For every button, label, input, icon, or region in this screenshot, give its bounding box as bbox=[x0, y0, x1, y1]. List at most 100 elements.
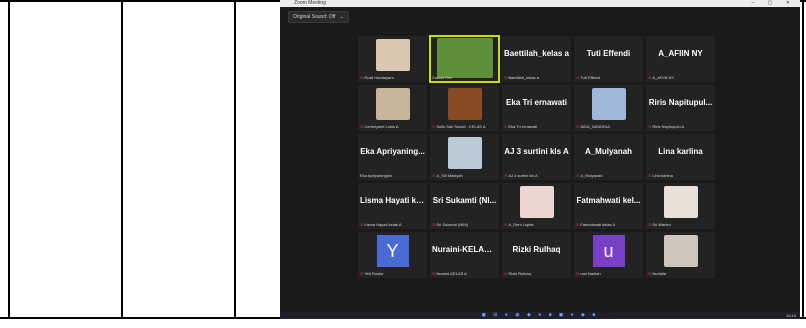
original-sound-button[interactable]: Original Sound: Off ⌄ bbox=[288, 11, 349, 23]
participant-label-text: Sulis Sari Sukati - KELAS A bbox=[436, 124, 486, 129]
window-title: Zoom Meeting bbox=[294, 0, 326, 6]
participant-label: ⊘A_Mulyanah bbox=[576, 173, 603, 178]
participant-video bbox=[436, 38, 493, 78]
participant-label: ⊘AJ 3 surtini kls A bbox=[504, 173, 538, 178]
participant-label-text: Sri Sukamti (NIM) bbox=[436, 222, 468, 227]
participant-label-text: Fatmahwati kelas A bbox=[580, 222, 616, 227]
participant-label-text: Nuraini-KELAS A bbox=[436, 271, 467, 276]
participant-label: ⊘Nurlaila bbox=[648, 271, 666, 276]
participant-tile[interactable]: Eka Tri ernawati ⊘Eka Tri ernawati bbox=[502, 85, 571, 131]
participant-video bbox=[375, 88, 410, 120]
participant-tile[interactable]: Tuti Effendi ⊘Tuti Effendi bbox=[574, 36, 643, 82]
participant-tile[interactable]: Fatmahwati kel... ⊘Fatmahwati kelas A bbox=[574, 183, 643, 229]
taskbar: ◼ ⊞ ● ◉ ◆ ● ■ ◼ ● ◆ ■ 10:15 bbox=[280, 312, 800, 319]
mic-muted-icon: ⊘ bbox=[576, 222, 580, 227]
participant-label: ⊘Nuraini-KELAS A bbox=[432, 271, 467, 276]
mic-muted-icon: ⊘ bbox=[504, 75, 508, 80]
mic-muted-icon: ⊘ bbox=[648, 271, 652, 276]
participant-label-text: Nurlaila bbox=[652, 271, 666, 276]
mic-muted-icon: ⊘ bbox=[648, 124, 652, 129]
participant-name: AJ 3 surtini kls A bbox=[504, 147, 569, 156]
mic-muted-icon: ⊘ bbox=[648, 222, 652, 227]
participant-label-text: Sri Wartini bbox=[652, 222, 671, 227]
window-titlebar: Zoom Meeting – ▢ ✕ bbox=[280, 0, 800, 7]
participant-label: ⊘umi Nadiah bbox=[576, 271, 601, 276]
participant-label-text: A_Siti Maisyah bbox=[436, 173, 463, 178]
participant-label: ⊘Eka Tri ernawati bbox=[504, 124, 537, 129]
mic-muted-icon: ⊘ bbox=[432, 222, 436, 227]
participant-label-text: Baettilah_kelas a bbox=[508, 75, 539, 80]
participant-label: ⊘Fatmahwati kelas A bbox=[576, 222, 615, 227]
participant-tile[interactable]: AJ 3 surtini kls A ⊘AJ 3 surtini kls A bbox=[502, 134, 571, 180]
taskbar-clock: 10:15 bbox=[785, 313, 796, 318]
participant-tile[interactable]: ⊘A_Siti Maisyah bbox=[430, 134, 499, 180]
participant-label: ⊘Tuti Effendi bbox=[576, 75, 600, 80]
participant-tile[interactable]: ⊘A_Reni Lupita bbox=[502, 183, 571, 229]
participant-tile[interactable]: A_Mulyanah ⊘A_Mulyanah bbox=[574, 134, 643, 180]
mic-muted-icon: ⊘ bbox=[504, 173, 508, 178]
participant-name: Tuti Effendi bbox=[586, 49, 631, 58]
participant-tile[interactable]: Riris Napitupul... ⊘Riris Napitupulu A bbox=[646, 85, 715, 131]
participant-avatar: Y bbox=[376, 235, 409, 267]
participant-label: Eka Apriyaningsih bbox=[360, 173, 392, 178]
participant-tile[interactable]: ⊘AIDA_NANDINA bbox=[574, 85, 643, 131]
participant-label-text: Eka Tri ernawati bbox=[508, 124, 538, 129]
participant-label: ⊘A_AFIIN NY bbox=[648, 75, 674, 80]
participant-name: Eka Tri ernawati bbox=[506, 98, 567, 107]
participant-label: ⊘Cemeiyanti Lubis A bbox=[360, 124, 399, 129]
participant-label-text: Cemeiyanti Lubis A bbox=[364, 124, 399, 129]
participant-tile[interactable]: Zakiah Fitri bbox=[429, 35, 500, 83]
participant-tile[interactable]: A_AFIIN NY ⊘A_AFIIN NY bbox=[646, 36, 715, 82]
participant-name: A_Mulyanah bbox=[584, 147, 633, 156]
mic-muted-icon: ⊘ bbox=[360, 124, 364, 129]
participant-label-text: umi Nadiah bbox=[580, 271, 601, 276]
participant-tile[interactable]: ⊘Cemeiyanti Lubis A bbox=[358, 85, 427, 131]
participant-label: ⊘Yeti Rosita bbox=[360, 271, 383, 276]
participant-label-text: Riris Napitupulu A bbox=[652, 124, 685, 129]
participant-label-text: A_Reni Lupita bbox=[508, 222, 534, 227]
participant-video bbox=[519, 186, 554, 218]
window-controls[interactable]: – ▢ ✕ bbox=[752, 0, 796, 7]
mic-muted-icon: ⊘ bbox=[360, 75, 364, 80]
participant-tile[interactable]: ⊘Sulis Sari Sukati - KELAS A bbox=[430, 85, 499, 131]
participant-tile[interactable]: Lina karlina ⊘Lina karlina bbox=[646, 134, 715, 180]
participant-label: ⊘Riris Napitupulu A bbox=[648, 124, 684, 129]
participant-name: Rizki Rulhaq bbox=[512, 245, 561, 254]
participant-video bbox=[375, 39, 410, 71]
participant-label: ⊘Baettilah_kelas a bbox=[504, 75, 539, 80]
mic-muted-icon: ⊘ bbox=[576, 75, 580, 80]
participant-tile[interactable]: Baettilah_kelas a ⊘Baettilah_kelas a bbox=[502, 36, 571, 82]
participant-tile[interactable]: Eka Apriyaning... Eka Apriyaningsih bbox=[358, 134, 427, 180]
chevron-down-icon: ⌄ bbox=[339, 14, 344, 20]
participant-tile[interactable]: u ⊘umi Nadiah bbox=[574, 232, 643, 278]
mic-muted-icon: ⊘ bbox=[432, 173, 436, 178]
participant-video bbox=[591, 88, 626, 120]
mic-muted-icon: ⊘ bbox=[432, 124, 436, 129]
participant-label-text: Yeti Rosita bbox=[364, 271, 384, 276]
mic-muted-icon: ⊘ bbox=[576, 173, 580, 178]
participant-grid: ⊘Rusli Handayani Zakiah Fitri Baettilah_ke… bbox=[358, 35, 715, 278]
participant-label-text: Lisma Hayati kelas A bbox=[364, 222, 402, 227]
participant-label-text: Tuti Effendi bbox=[580, 75, 601, 80]
participant-tile[interactable]: Sri Sukamti (Nl... ⊘Sri Sukamti (NIM) bbox=[430, 183, 499, 229]
participant-label-text: A_AFIIN NY bbox=[652, 75, 675, 80]
participant-name: A_AFIIN NY bbox=[658, 49, 703, 58]
mic-muted-icon: ⊘ bbox=[432, 271, 436, 276]
taskbar-icons[interactable]: ◼ ⊞ ● ◉ ◆ ● ■ ◼ ● ◆ ■ bbox=[280, 313, 800, 318]
participant-label-text: A_Mulyanah bbox=[580, 173, 603, 178]
participant-tile[interactable]: Lisma Hayati ke... ⊘Lisma Hayati kelas A bbox=[358, 183, 427, 229]
participant-label: ⊘Lina karlina bbox=[648, 173, 673, 178]
participant-label: ⊘Lisma Hayati kelas A bbox=[360, 222, 402, 227]
participant-tile[interactable]: ⊘Rusli Handayani bbox=[358, 36, 427, 82]
participant-tile[interactable]: Y ⊘Yeti Rosita bbox=[358, 232, 427, 278]
participant-label-text: AIDA_NANDINA bbox=[580, 124, 610, 129]
participant-label: ⊘Rusli Handayani bbox=[360, 75, 394, 80]
participant-name: Fatmahwati kel... bbox=[576, 196, 641, 205]
participant-label-text: Rusli Handayani bbox=[364, 75, 394, 80]
participant-tile[interactable]: Nuraini-KELAS A ⊘Nuraini-KELAS A bbox=[430, 232, 499, 278]
participant-tile[interactable]: ⊘Sri Wartini bbox=[646, 183, 715, 229]
participant-tile[interactable]: Rizki Rulhaq ⊘Rizki Rulhaq bbox=[502, 232, 571, 278]
participant-label: ⊘A_Siti Maisyah bbox=[432, 173, 463, 178]
participant-video bbox=[663, 235, 698, 267]
participant-tile[interactable]: ⊘Nurlaila bbox=[646, 232, 715, 278]
